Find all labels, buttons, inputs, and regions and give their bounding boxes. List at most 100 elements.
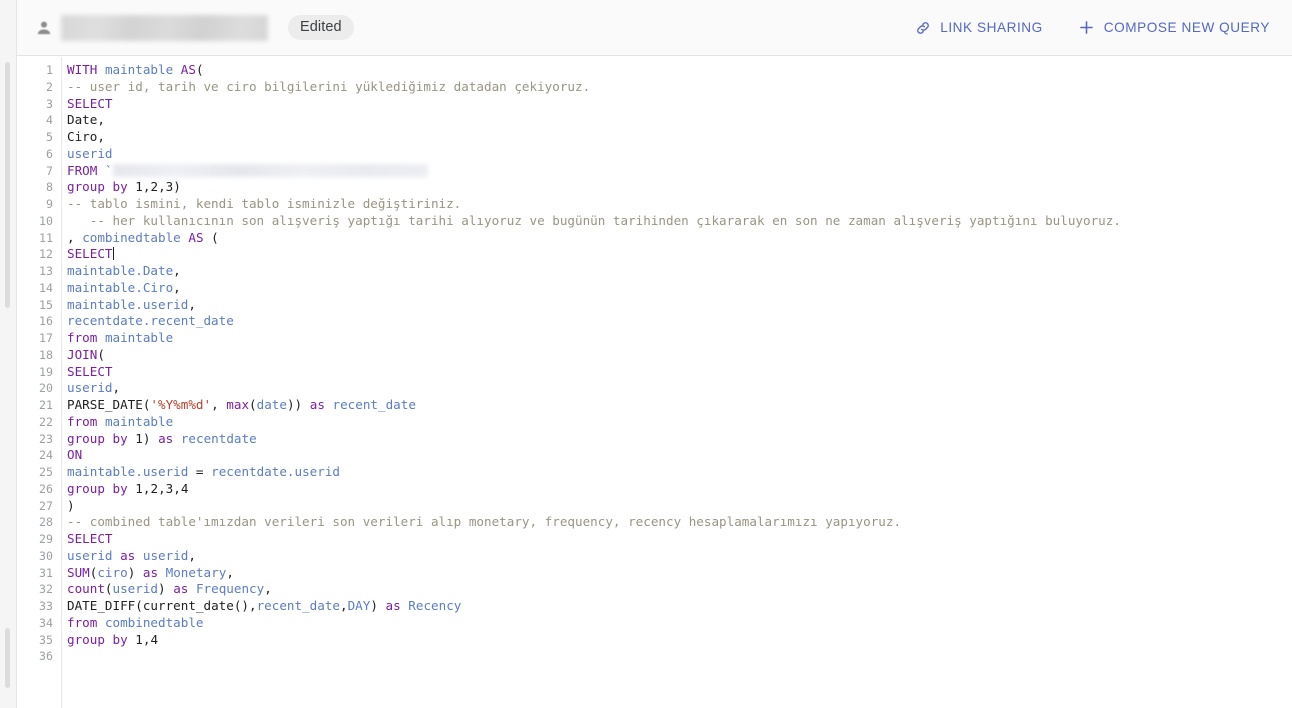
query-title-redacted[interactable] xyxy=(61,14,268,41)
code-line[interactable]: 14 maintable.Ciro, xyxy=(17,280,1292,297)
line-source: userid, xyxy=(67,380,121,396)
person-icon xyxy=(33,17,55,39)
line-number: 8 xyxy=(46,180,53,195)
line-source: ) xyxy=(67,497,75,513)
code-line[interactable]: 28 -- combined table'ımızdan verileri son… xyxy=(17,514,1292,531)
link-sharing-button[interactable]: LINK SHARING xyxy=(914,19,1043,37)
code-line[interactable]: 27) xyxy=(17,498,1292,515)
line-number: 16 xyxy=(39,314,53,329)
sql-code-editor[interactable]: 1 WITH maintable AS( 2 -- user id, tarih ve… xyxy=(17,57,1292,708)
code-line[interactable]: 34 from combinedtable xyxy=(17,615,1292,632)
line-source: -- her kullanıcının son alışveriş yaptığ… xyxy=(67,212,1121,228)
line-number: 36 xyxy=(39,649,53,664)
header-left-group: Edited xyxy=(17,14,354,41)
line-number: 11 xyxy=(39,230,53,245)
line-source: WITH maintable AS( xyxy=(67,62,204,77)
code-line[interactable]: 13 maintable.Date, xyxy=(17,263,1292,280)
line-source: group by 1,2,3) xyxy=(67,179,181,195)
line-number: 24 xyxy=(39,448,53,463)
line-source: Date, xyxy=(67,112,105,128)
code-line[interactable]: 31 SUM(ciro) as Monetary, xyxy=(17,565,1292,582)
line-number: 18 xyxy=(39,347,53,362)
code-line[interactable]: 6 userid xyxy=(17,146,1292,163)
line-source: group by 1,2,3,4 xyxy=(67,480,189,496)
code-line[interactable]: 22 from maintable xyxy=(17,414,1292,431)
line-source: from maintable xyxy=(67,330,174,345)
link-sharing-label: LINK SHARING xyxy=(940,20,1043,35)
code-line[interactable]: 4 Date, xyxy=(17,112,1292,129)
line-number: 7 xyxy=(46,163,53,178)
line-source: -- tablo ismini, kendi tablo isminizle d… xyxy=(67,196,462,211)
link-icon xyxy=(914,19,932,37)
line-number: 9 xyxy=(46,197,53,211)
line-source: SELECT xyxy=(67,246,113,262)
line-number: 33 xyxy=(39,599,53,613)
code-line[interactable]: 16 recentdate.recent_date xyxy=(17,313,1292,330)
code-line[interactable]: 26 group by 1,2,3,4 xyxy=(17,481,1292,498)
line-source: -- user id, tarih ve ciro bilgilerini yü… xyxy=(67,78,591,94)
line-source: from maintable xyxy=(67,413,174,429)
code-line[interactable]: 30 userid as userid, xyxy=(17,548,1292,565)
line-number: 2 xyxy=(46,79,53,94)
code-line[interactable]: 12 SELECT xyxy=(17,246,1292,263)
line-number: 13 xyxy=(39,264,53,278)
line-number: 27 xyxy=(39,498,53,513)
code-line[interactable]: 3 SELECT xyxy=(17,96,1292,113)
code-content[interactable]: 1 WITH maintable AS( 2 -- user id, tarih ve… xyxy=(17,62,1292,665)
code-line[interactable]: 11 , combinedtable AS ( xyxy=(17,230,1292,247)
compose-new-query-label: COMPOSE NEW QUERY xyxy=(1103,20,1270,35)
editor-header: Edited LINK SHARING COMPOSE NEW QUERY xyxy=(17,0,1292,56)
code-line[interactable]: 21 PARSE_DATE('%Y%m%d', max(date)) as rec… xyxy=(17,397,1292,414)
line-number: 35 xyxy=(39,632,53,647)
line-number: 1 xyxy=(46,63,53,77)
code-line[interactable]: 19 SELECT xyxy=(17,364,1292,381)
code-line[interactable]: 9 -- tablo ismini, kendi tablo isminizle … xyxy=(17,196,1292,213)
code-line[interactable]: 5 Ciro, xyxy=(17,129,1292,146)
line-source: SUM(ciro) as Monetary, xyxy=(67,564,234,580)
line-source: group by 1,4 xyxy=(67,631,159,647)
vertical-scrollbar-thumb-top[interactable] xyxy=(5,62,10,308)
code-line[interactable]: 35 group by 1,4 xyxy=(17,632,1292,649)
header-actions: LINK SHARING COMPOSE NEW QUERY xyxy=(914,18,1292,37)
line-source: SELECT xyxy=(67,363,113,379)
code-line[interactable]: 7 FROM ` xyxy=(17,163,1292,180)
code-line[interactable]: 8 group by 1,2,3) xyxy=(17,179,1292,196)
line-source: SELECT xyxy=(67,531,113,546)
code-line[interactable]: 36 xyxy=(17,648,1292,665)
code-line[interactable]: 29 SELECT xyxy=(17,531,1292,548)
line-source: group by 1) as recentdate xyxy=(67,430,257,446)
line-number: 5 xyxy=(46,130,53,144)
line-number: 15 xyxy=(39,297,53,312)
line-number: 17 xyxy=(39,331,53,345)
line-source: PARSE_DATE('%Y%m%d', max(date)) as recen… xyxy=(67,397,416,412)
code-line[interactable]: 32 count(userid) as Frequency, xyxy=(17,581,1292,598)
line-number: 21 xyxy=(39,398,53,412)
line-source: userid as userid, xyxy=(67,547,196,563)
code-line[interactable]: 25 maintable.userid = recentdate.userid xyxy=(17,464,1292,481)
code-line[interactable]: 2 -- user id, tarih ve ciro bilgilerini y… xyxy=(17,79,1292,96)
line-source: maintable.Ciro, xyxy=(67,279,181,295)
code-line[interactable]: 17 from maintable xyxy=(17,330,1292,347)
line-number: 30 xyxy=(39,548,53,563)
line-number: 19 xyxy=(39,364,53,379)
text-cursor xyxy=(112,247,114,261)
code-line[interactable]: 18 JOIN( xyxy=(17,347,1292,364)
code-line[interactable]: 20 userid, xyxy=(17,380,1292,397)
line-source: maintable.userid = recentdate.userid xyxy=(67,464,341,479)
code-line[interactable]: 1 WITH maintable AS( xyxy=(17,62,1292,79)
line-number: 6 xyxy=(46,146,53,161)
code-line[interactable]: 10 -- her kullanıcının son alışveriş yap… xyxy=(17,213,1292,230)
code-line[interactable]: 33 DATE_DIFF(current_date(),recent_date,D… xyxy=(17,598,1292,615)
line-source: FROM ` xyxy=(67,163,428,178)
code-line[interactable]: 23 group by 1) as recentdate xyxy=(17,431,1292,448)
line-number: 28 xyxy=(39,515,53,530)
line-number: 31 xyxy=(39,565,53,580)
compose-new-query-button[interactable]: COMPOSE NEW QUERY xyxy=(1077,18,1270,37)
line-source: Ciro, xyxy=(67,129,105,144)
code-line[interactable]: 15 maintable.userid, xyxy=(17,297,1292,314)
code-line[interactable]: 24 ON xyxy=(17,447,1292,464)
vertical-scrollbar-thumb-bottom[interactable] xyxy=(5,628,10,688)
line-number: 4 xyxy=(46,113,53,128)
line-source: maintable.Date, xyxy=(67,263,181,278)
line-number: 14 xyxy=(39,280,53,295)
